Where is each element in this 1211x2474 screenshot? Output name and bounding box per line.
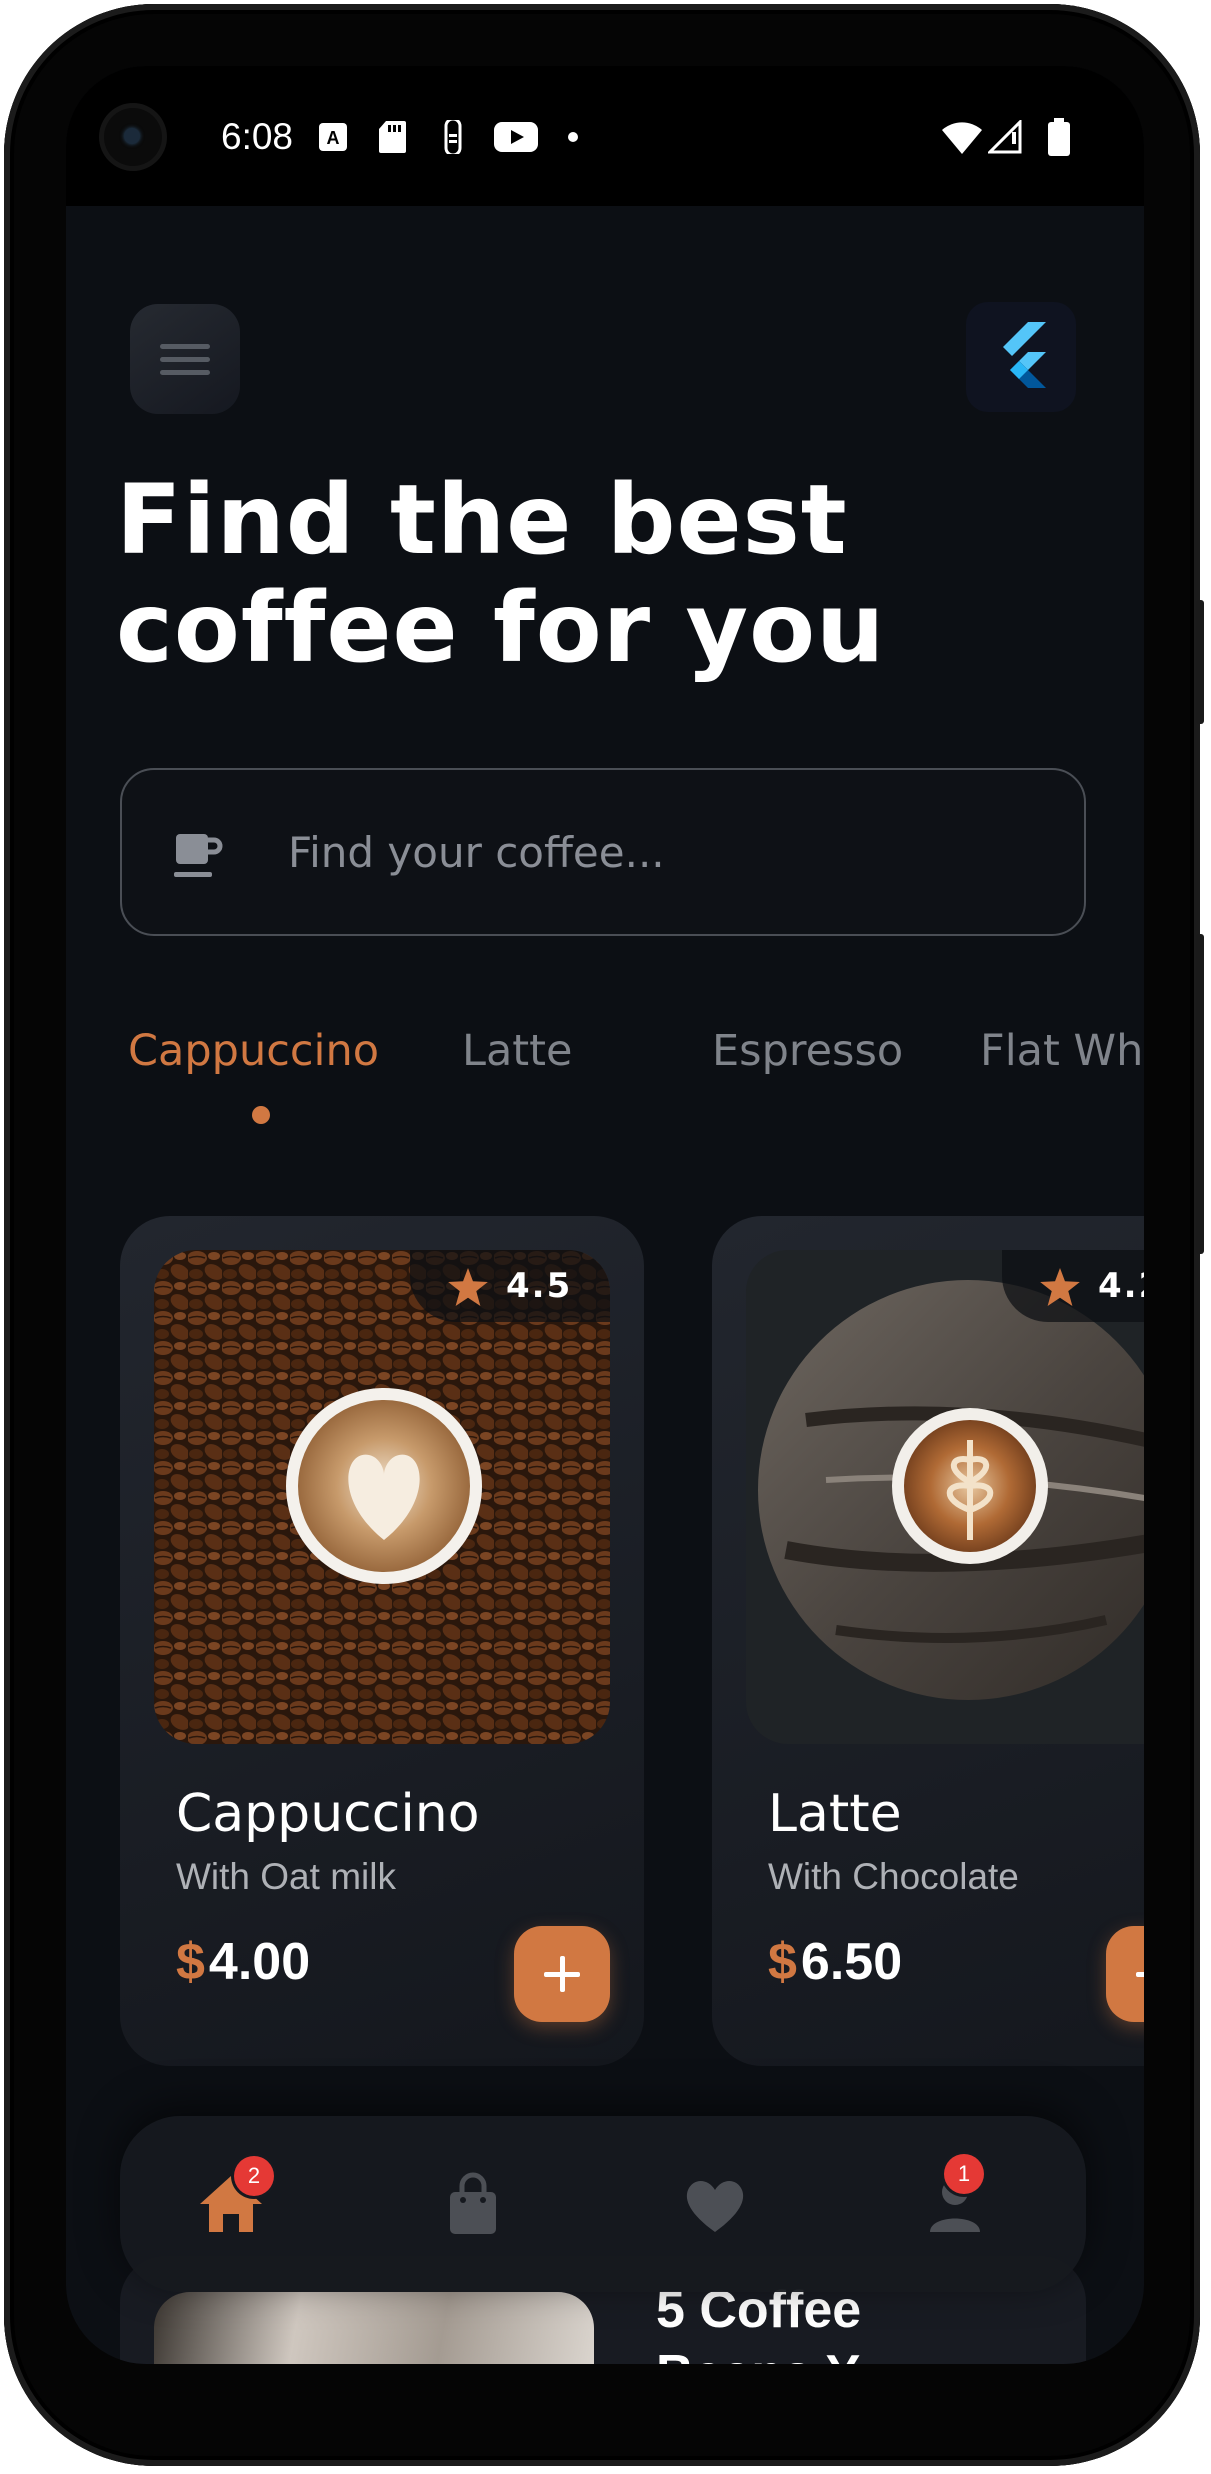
status-bar: 6:08 A [66,66,1144,206]
app-screen: 6:08 A Find the best coffee for you Find… [66,66,1144,2364]
search-bar[interactable]: Find your coffee... [120,768,1086,936]
product-card-latte[interactable]: 4.2 Latte With Chocolate $6.50 [712,1216,1144,2066]
star-icon [1040,1268,1080,1306]
add-to-cart-button[interactable] [1106,1926,1144,2022]
nav-home[interactable]: 2 [196,2156,274,2240]
product-subtitle: With Oat milk [176,1856,396,1897]
search-input[interactable]: Find your coffee... [288,828,665,877]
headline-line-1: Find the best [116,464,848,576]
power-button [1196,934,1204,1254]
product-price: $6.50 [768,1932,902,1992]
coffee-beans-image [154,2292,594,2364]
page-title: Find the best coffee for you [116,466,916,682]
tab-flat-white[interactable]: Flat White [980,1026,1144,1076]
phone-frame: 6:08 A Find the best coffee for you Find… [4,4,1204,2466]
menu-button[interactable] [130,304,240,414]
nav-cart[interactable] [438,2170,508,2240]
notification-badge: 1 [944,2154,984,2194]
menu-icon-line [160,370,210,375]
profile-avatar[interactable] [966,302,1076,412]
product-price: $4.00 [176,1932,310,1992]
add-to-cart-button[interactable] [514,1926,610,2022]
menu-icon [160,344,210,349]
category-tabs: Cappuccino Latte Espresso Flat White [128,1026,1144,1126]
nav-profile[interactable]: 1 [920,2154,990,2240]
price-value: 6.50 [800,1933,903,1991]
heart-icon [686,2181,744,2232]
notification-dot [568,132,578,142]
rating-value: 4.2 [1098,1266,1144,1306]
latte-photo [746,1250,1144,1744]
menu-icon-line [160,357,210,362]
active-tab-indicator [252,1106,270,1124]
product-image-cappuccino: 4.5 [154,1250,610,1744]
product-name: Latte [768,1784,902,1844]
volume-button [1196,600,1204,724]
android-debug-icon [444,120,462,154]
currency-symbol: $ [768,1933,797,1991]
product-image-latte: 4.2 [746,1250,1144,1744]
currency-symbol: $ [176,1933,205,1991]
product-name: Cappuccino [176,1784,480,1844]
rating-value: 4.5 [506,1266,573,1306]
youtube-icon [494,122,538,152]
cappuccino-photo [154,1250,610,1744]
nav-favorites[interactable] [680,2170,750,2240]
star-icon [448,1268,488,1306]
status-time: 6:08 [221,116,294,157]
flutter-logo-icon [1003,322,1046,388]
coffee-cup-icon [174,834,223,877]
rating-badge: 4.2 [1002,1250,1144,1322]
tab-cappuccino[interactable]: Cappuccino [128,1026,379,1076]
price-value: 4.00 [208,1933,311,1991]
tab-espresso[interactable]: Espresso [712,1026,903,1076]
front-camera [104,108,162,166]
cart-badge: 2 [234,2156,274,2196]
plus-icon [544,1956,580,1992]
accessibility-icon: A [319,123,347,151]
svg-text:A: A [327,128,340,148]
product-subtitle: With Chocolate [768,1856,1019,1897]
cell-signal-icon [988,120,1022,154]
tab-latte[interactable]: Latte [462,1026,572,1076]
product-card-cappuccino[interactable]: 4.5 Cappuccino With Oat milk $4.00 [120,1216,644,2066]
bottom-navigation: 2 1 [120,2116,1086,2292]
bag-icon [450,2172,496,2234]
wifi-icon [942,122,982,154]
coffee-beans-title-2: Beans Y [656,2344,860,2364]
plus-icon [1136,1972,1144,1977]
headline-line-2: coffee for you [116,572,886,684]
sd-card-icon [379,121,406,153]
rating-badge: 4.5 [410,1250,610,1322]
battery-icon [1048,118,1070,156]
